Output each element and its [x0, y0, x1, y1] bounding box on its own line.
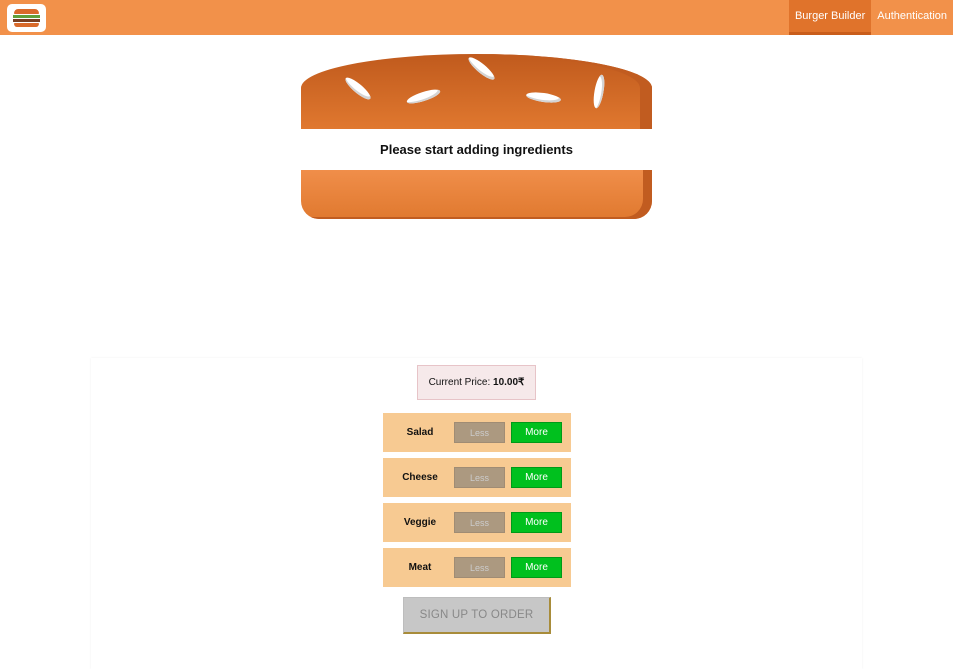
navigation: Burger Builder Authentication [788, 0, 953, 35]
ingredient-label: Salad [406, 427, 434, 438]
sesame-seed [405, 86, 442, 107]
control-meat: Meat Less More [383, 548, 571, 587]
sesame-seed [342, 74, 374, 103]
bread-top [301, 54, 652, 129]
control-salad: Salad Less More [383, 413, 571, 452]
less-meat-button[interactable]: Less [454, 557, 505, 578]
burger-preview: Please start adding ingredients [301, 54, 652, 219]
logo-bun-bottom [14, 23, 39, 27]
ingredient-label: Cheese [402, 472, 438, 483]
more-salad-button[interactable]: More [511, 422, 562, 443]
logo-bun-top [14, 9, 39, 14]
bread-bottom [301, 170, 652, 219]
less-salad-button[interactable]: Less [454, 422, 505, 443]
empty-burger-message: Please start adding ingredients [380, 142, 573, 157]
current-price: Current Price: 10.00₹ [417, 365, 536, 400]
sesame-seed [525, 90, 562, 105]
nav-burger-builder[interactable]: Burger Builder [788, 0, 872, 35]
sesame-seed [591, 73, 607, 110]
ingredient-label: Veggie [403, 517, 437, 528]
logo-salad [13, 15, 40, 18]
toolbar: Burger Builder Authentication [0, 0, 953, 35]
more-veggie-button[interactable]: More [511, 512, 562, 533]
ingredient-label: Meat [408, 562, 432, 573]
control-cheese: Cheese Less More [383, 458, 571, 497]
sesame-seed [465, 54, 498, 83]
logo-meat [13, 19, 40, 22]
more-cheese-button[interactable]: More [511, 467, 562, 488]
control-veggie: Veggie Less More [383, 503, 571, 542]
nav-authentication[interactable]: Authentication [871, 0, 953, 35]
less-veggie-button[interactable]: Less [454, 512, 505, 533]
price-value: 10.00₹ [493, 377, 525, 388]
less-cheese-button[interactable]: Less [454, 467, 505, 488]
burger-logo-icon[interactable] [7, 4, 46, 32]
price-label: Current Price: [428, 377, 491, 388]
more-meat-button[interactable]: More [511, 557, 562, 578]
sign-up-to-order-button[interactable]: SIGN UP TO ORDER [403, 597, 551, 634]
